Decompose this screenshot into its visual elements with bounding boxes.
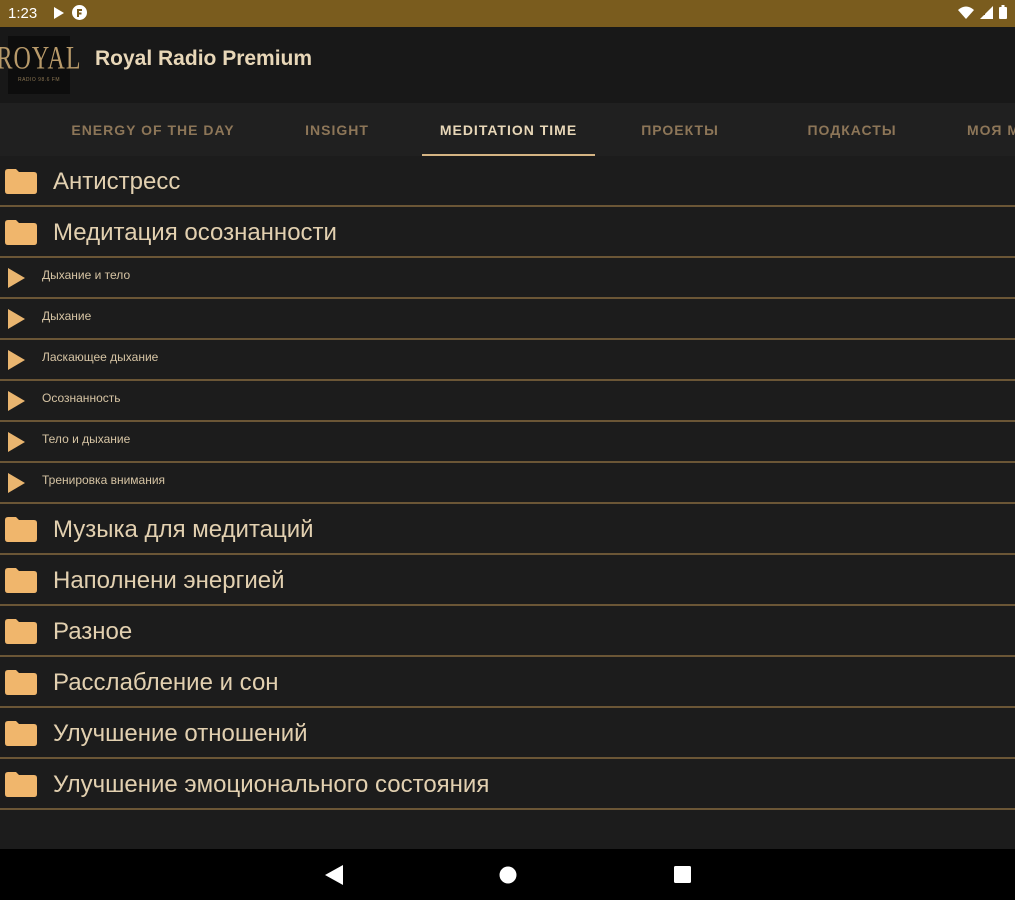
- play-icon: [8, 350, 25, 370]
- folder-icon: [5, 220, 37, 245]
- app-bar: ROYAL RADIO 98.6 FM Royal Radio Premium: [0, 27, 1015, 103]
- tab-podcasts[interactable]: ПОДКАСТЫ: [790, 103, 914, 156]
- system-nav-bar: [0, 849, 1015, 900]
- recents-icon[interactable]: [674, 866, 691, 883]
- play-icon: [8, 473, 25, 493]
- list-item-track[interactable]: Дыхание: [0, 299, 1015, 340]
- status-time: 1:23: [8, 5, 38, 22]
- logo-text: ROYAL: [0, 41, 82, 77]
- list-item-label: Улучшение отношений: [53, 720, 308, 747]
- list-item-label: Тренировка внимания: [42, 473, 166, 487]
- tab-projects[interactable]: ПРОЕКТЫ: [620, 103, 740, 156]
- list-item-label: Осознанность: [42, 391, 121, 405]
- tab-energy-of-the-day[interactable]: ENERGY OF THE DAY: [58, 103, 248, 156]
- list-item-label: Разное: [53, 618, 133, 645]
- tab-meditation-time[interactable]: MEDITATION TIME: [422, 103, 595, 156]
- list-item-folder[interactable]: Наполнени энергией: [0, 555, 1015, 606]
- folder-icon: [5, 772, 37, 797]
- list-item-track[interactable]: Осознанность: [0, 381, 1015, 422]
- notification-icon: [72, 5, 87, 20]
- list-item-label: Медитация осознанности: [53, 219, 337, 246]
- list-item-label: Музыка для медитаций: [53, 516, 314, 543]
- play-icon: [8, 391, 25, 411]
- list-item-folder[interactable]: Музыка для медитаций: [0, 504, 1015, 555]
- app-title: Royal Radio Premium: [95, 47, 313, 70]
- folder-icon: [5, 169, 37, 194]
- list-item-folder[interactable]: Расслабление и сон: [0, 657, 1015, 708]
- folder-icon: [5, 670, 37, 695]
- folder-icon: [5, 568, 37, 593]
- list-item-track[interactable]: Ласкающее дыхание: [0, 340, 1015, 381]
- battery-icon: [999, 5, 1007, 19]
- status-bar: 1:23: [0, 0, 1015, 27]
- tab-my[interactable]: МОЯ М: [955, 103, 1015, 156]
- wifi-icon: [958, 6, 974, 19]
- list-item-label: Наполнени энергией: [53, 567, 285, 594]
- tab-bar: ENERGY OF THE DAY INSIGHT MEDITATION TIM…: [0, 103, 1015, 156]
- folder-icon: [5, 619, 37, 644]
- list-item-label: Ласкающее дыхание: [42, 350, 159, 364]
- list-item-label: Расслабление и сон: [53, 669, 279, 696]
- list-item-folder[interactable]: Медитация осознанности: [0, 207, 1015, 258]
- play-icon: [8, 268, 25, 288]
- folder-icon: [5, 517, 37, 542]
- list-item-label: Антистресс: [53, 168, 181, 195]
- play-icon: [8, 432, 25, 452]
- list-item-track[interactable]: Тренировка внимания: [0, 463, 1015, 504]
- list-item-folder[interactable]: Улучшение эмоционального состояния: [0, 759, 1015, 810]
- list-item-label: Дыхание и тело: [42, 268, 131, 282]
- back-icon[interactable]: [325, 865, 343, 885]
- royal-logo: ROYAL RADIO 98.6 FM: [0, 36, 81, 94]
- play-icon: [54, 6, 64, 19]
- list-item-track[interactable]: Тело и дыхание: [0, 422, 1015, 463]
- folder-icon: [5, 721, 37, 746]
- signal-icon: [980, 5, 993, 19]
- list-item-track[interactable]: Дыхание и тело: [0, 258, 1015, 299]
- tab-insight[interactable]: INSIGHT: [278, 103, 396, 156]
- list-item-folder[interactable]: Улучшение отношений: [0, 708, 1015, 759]
- logo-subtext: RADIO 98.6 FM: [17, 77, 61, 83]
- content-list: Антистресс Медитация осознанности Дыхани…: [0, 156, 1015, 810]
- list-item-folder[interactable]: Антистресс: [0, 156, 1015, 207]
- play-icon: [8, 309, 25, 329]
- list-item-label: Улучшение эмоционального состояния: [53, 771, 490, 798]
- list-item-label: Тело и дыхание: [42, 432, 131, 446]
- list-item-label: Дыхание: [42, 309, 92, 323]
- home-icon[interactable]: [499, 866, 517, 884]
- list-item-folder[interactable]: Разное: [0, 606, 1015, 657]
